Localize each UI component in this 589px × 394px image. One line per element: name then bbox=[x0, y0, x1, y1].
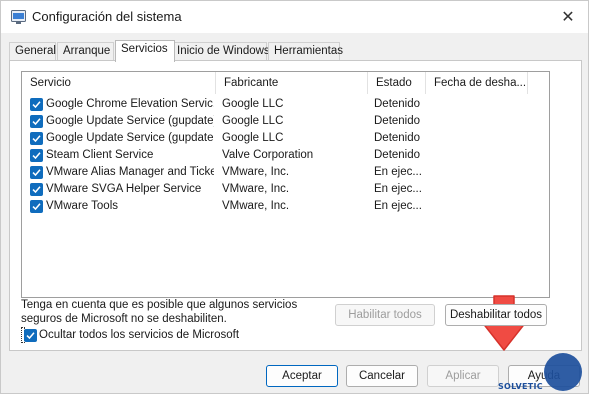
service-name: Google Update Service (gupdatem) bbox=[46, 132, 214, 144]
tab-inicio-windows[interactable]: Inicio de Windows bbox=[171, 42, 270, 61]
checkmark-icon bbox=[32, 169, 41, 177]
column-header-estado[interactable]: Estado bbox=[368, 72, 426, 94]
service-status: Detenido bbox=[374, 98, 421, 110]
checkmark-icon bbox=[32, 135, 41, 143]
service-name: Google Chrome Elevation Servic... bbox=[46, 98, 214, 110]
tab-servicios[interactable]: Servicios bbox=[115, 40, 175, 62]
tab-herramientas[interactable]: Herramientas bbox=[268, 42, 343, 61]
service-vendor: Google LLC bbox=[222, 98, 284, 110]
service-vendor: Google LLC bbox=[222, 132, 284, 144]
service-vendor: VMware, Inc. bbox=[222, 166, 290, 178]
checkmark-icon bbox=[32, 118, 41, 126]
cancel-button[interactable]: Cancelar bbox=[346, 365, 418, 387]
apply-button[interactable]: Aplicar bbox=[427, 365, 499, 387]
service-name: Google Update Service (gupdate) bbox=[46, 115, 214, 127]
table-row[interactable]: Google Chrome Elevation Servic... Google… bbox=[22, 96, 549, 113]
row-checkbox[interactable] bbox=[30, 166, 43, 179]
checkmark-icon bbox=[32, 186, 41, 194]
checkmark-icon bbox=[32, 152, 41, 160]
checkmark-icon bbox=[32, 101, 41, 109]
services-panel: Servicio Fabricante Estado Fecha de desh… bbox=[9, 60, 582, 351]
service-name: VMware Alias Manager and Ticke... bbox=[46, 166, 214, 178]
window-title: Configuración del sistema bbox=[32, 9, 182, 24]
service-status: Detenido bbox=[374, 115, 421, 127]
column-header-fabricante[interactable]: Fabricante bbox=[216, 72, 368, 94]
watermark: SOLVETIC bbox=[498, 353, 586, 393]
service-vendor: Google LLC bbox=[222, 115, 284, 127]
table-row[interactable]: Google Update Service (gupdatem) Google … bbox=[22, 130, 549, 147]
service-name: Steam Client Service bbox=[46, 149, 154, 161]
service-status: En ejec... bbox=[374, 166, 422, 178]
services-list[interactable]: Servicio Fabricante Estado Fecha de desh… bbox=[21, 71, 550, 298]
enable-all-button[interactable]: Habilitar todos bbox=[335, 304, 435, 326]
table-row[interactable]: Steam Client Service Valve Corporation D… bbox=[22, 147, 549, 164]
system-config-icon bbox=[11, 10, 26, 24]
table-row[interactable]: VMware Tools VMware, Inc. En ejec... bbox=[22, 198, 549, 215]
tab-arranque[interactable]: Arranque bbox=[57, 42, 114, 61]
table-row[interactable]: VMware Alias Manager and Ticke... VMware… bbox=[22, 164, 549, 181]
title-bar: Configuración del sistema ✕ bbox=[1, 1, 588, 33]
system-config-window: Configuración del sistema ✕ General Arra… bbox=[0, 0, 589, 394]
service-name: VMware SVGA Helper Service bbox=[46, 183, 202, 195]
checkmark-icon bbox=[32, 203, 41, 211]
watermark-text: SOLVETIC bbox=[498, 382, 543, 391]
service-vendor: VMware, Inc. bbox=[222, 200, 290, 212]
service-status: Detenido bbox=[374, 132, 421, 144]
row-checkbox[interactable] bbox=[30, 149, 43, 162]
watermark-logo-icon bbox=[544, 353, 582, 391]
disable-all-button[interactable]: Deshabilitar todos bbox=[445, 304, 547, 326]
service-vendor: VMware, Inc. bbox=[222, 183, 290, 195]
service-status: En ejec... bbox=[374, 200, 422, 212]
checkmark-icon bbox=[26, 332, 35, 340]
close-button[interactable]: ✕ bbox=[548, 1, 588, 33]
row-checkbox[interactable] bbox=[30, 115, 43, 128]
ok-button[interactable]: Aceptar bbox=[266, 365, 338, 387]
column-header-servicio[interactable]: Servicio bbox=[22, 72, 216, 94]
table-row[interactable]: Google Update Service (gupdate) Google L… bbox=[22, 113, 549, 130]
service-name: VMware Tools bbox=[46, 200, 119, 212]
row-checkbox[interactable] bbox=[30, 200, 43, 213]
hide-microsoft-check[interactable] bbox=[24, 329, 37, 342]
list-header: Servicio Fabricante Estado Fecha de desh… bbox=[22, 72, 549, 94]
service-vendor: Valve Corporation bbox=[222, 149, 314, 161]
hide-microsoft-services-checkbox[interactable]: Ocultar todos los servicios de Microsoft bbox=[21, 327, 239, 343]
hide-microsoft-label: Ocultar todos los servicios de Microsoft bbox=[39, 329, 240, 341]
table-row[interactable]: VMware SVGA Helper Service VMware, Inc. … bbox=[22, 181, 549, 198]
row-checkbox[interactable] bbox=[30, 183, 43, 196]
microsoft-services-note: Tenga en cuenta que es posible que algun… bbox=[21, 299, 298, 325]
row-checkbox[interactable] bbox=[30, 132, 43, 145]
close-icon: ✕ bbox=[561, 9, 575, 26]
tab-general[interactable]: General bbox=[9, 42, 56, 61]
row-checkbox[interactable] bbox=[30, 98, 43, 111]
column-header-fecha[interactable]: Fecha de desha... bbox=[426, 72, 528, 94]
service-status: En ejec... bbox=[374, 183, 422, 195]
service-status: Detenido bbox=[374, 149, 421, 161]
